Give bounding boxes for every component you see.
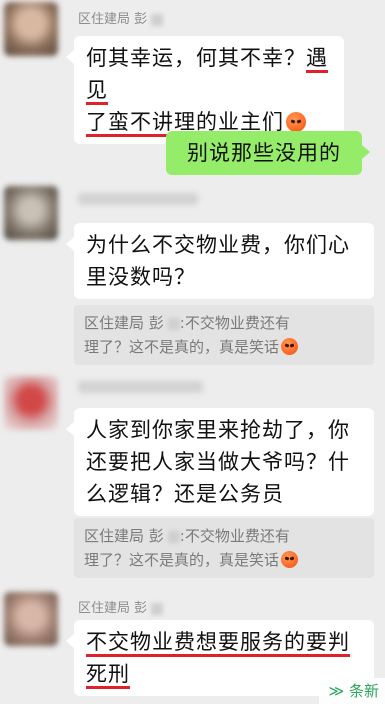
quote-line: 理了？这不是真的，真是笑话	[84, 548, 364, 572]
angry-emoji-icon	[286, 112, 306, 132]
message-line: 何其幸运，何其不幸？遇见	[86, 46, 328, 102]
avatar[interactable]	[4, 186, 58, 240]
new-messages-indicator[interactable]: ≫ 条新	[318, 678, 385, 704]
avatar[interactable]	[4, 592, 58, 646]
quote-line: 区住建局 彭:不交物业费还有	[84, 527, 290, 545]
sender-name-blurred	[78, 193, 198, 205]
quote-line: 理了？这不是真的，真是笑话	[84, 335, 364, 359]
message-line: 为什么不交物业费，你们心	[86, 233, 350, 257]
angry-emoji-icon	[281, 551, 299, 568]
own-message-bubble[interactable]: 别说那些没用的	[166, 131, 370, 175]
avatar[interactable]	[4, 376, 58, 430]
message-bubble[interactable]: 何其幸运，何其不幸？遇见 了蛮不讲理的业主们	[66, 36, 344, 144]
quote-line: 区住建局 彭:不交物业费还有	[84, 314, 290, 332]
message-text: 别说那些没用的	[187, 141, 341, 165]
message-line: 人家到你家里来抢劫了，你	[86, 418, 350, 442]
sender-name-blurred	[78, 381, 203, 393]
chevron-down-icon: ≫	[328, 682, 345, 700]
message-line: 么逻辑？还是公务员	[86, 482, 284, 506]
avatar[interactable]	[4, 2, 58, 56]
message-line: 里没数吗？	[86, 265, 196, 289]
message-line: 还要把人家当做大爷吗？什	[86, 450, 350, 474]
message-bubble[interactable]: 为什么不交物业费，你们心 里没数吗？	[66, 223, 374, 299]
angry-emoji-icon	[281, 338, 299, 355]
sender-name: 区住建局 彭	[78, 8, 164, 27]
sender-name: 区住建局 彭	[78, 597, 164, 616]
message-bubble[interactable]: 人家到你家里来抢劫了，你 还要把人家当做大爷吗？什 么逻辑？还是公务员	[66, 408, 374, 516]
message-line: 不交物业费想要服务的要判	[86, 630, 350, 654]
quoted-message[interactable]: 区住建局 彭:不交物业费还有 理了？这不是真的，真是笑话	[74, 305, 374, 365]
quoted-message[interactable]: 区住建局 彭:不交物业费还有 理了？这不是真的，真是笑话	[74, 518, 374, 578]
